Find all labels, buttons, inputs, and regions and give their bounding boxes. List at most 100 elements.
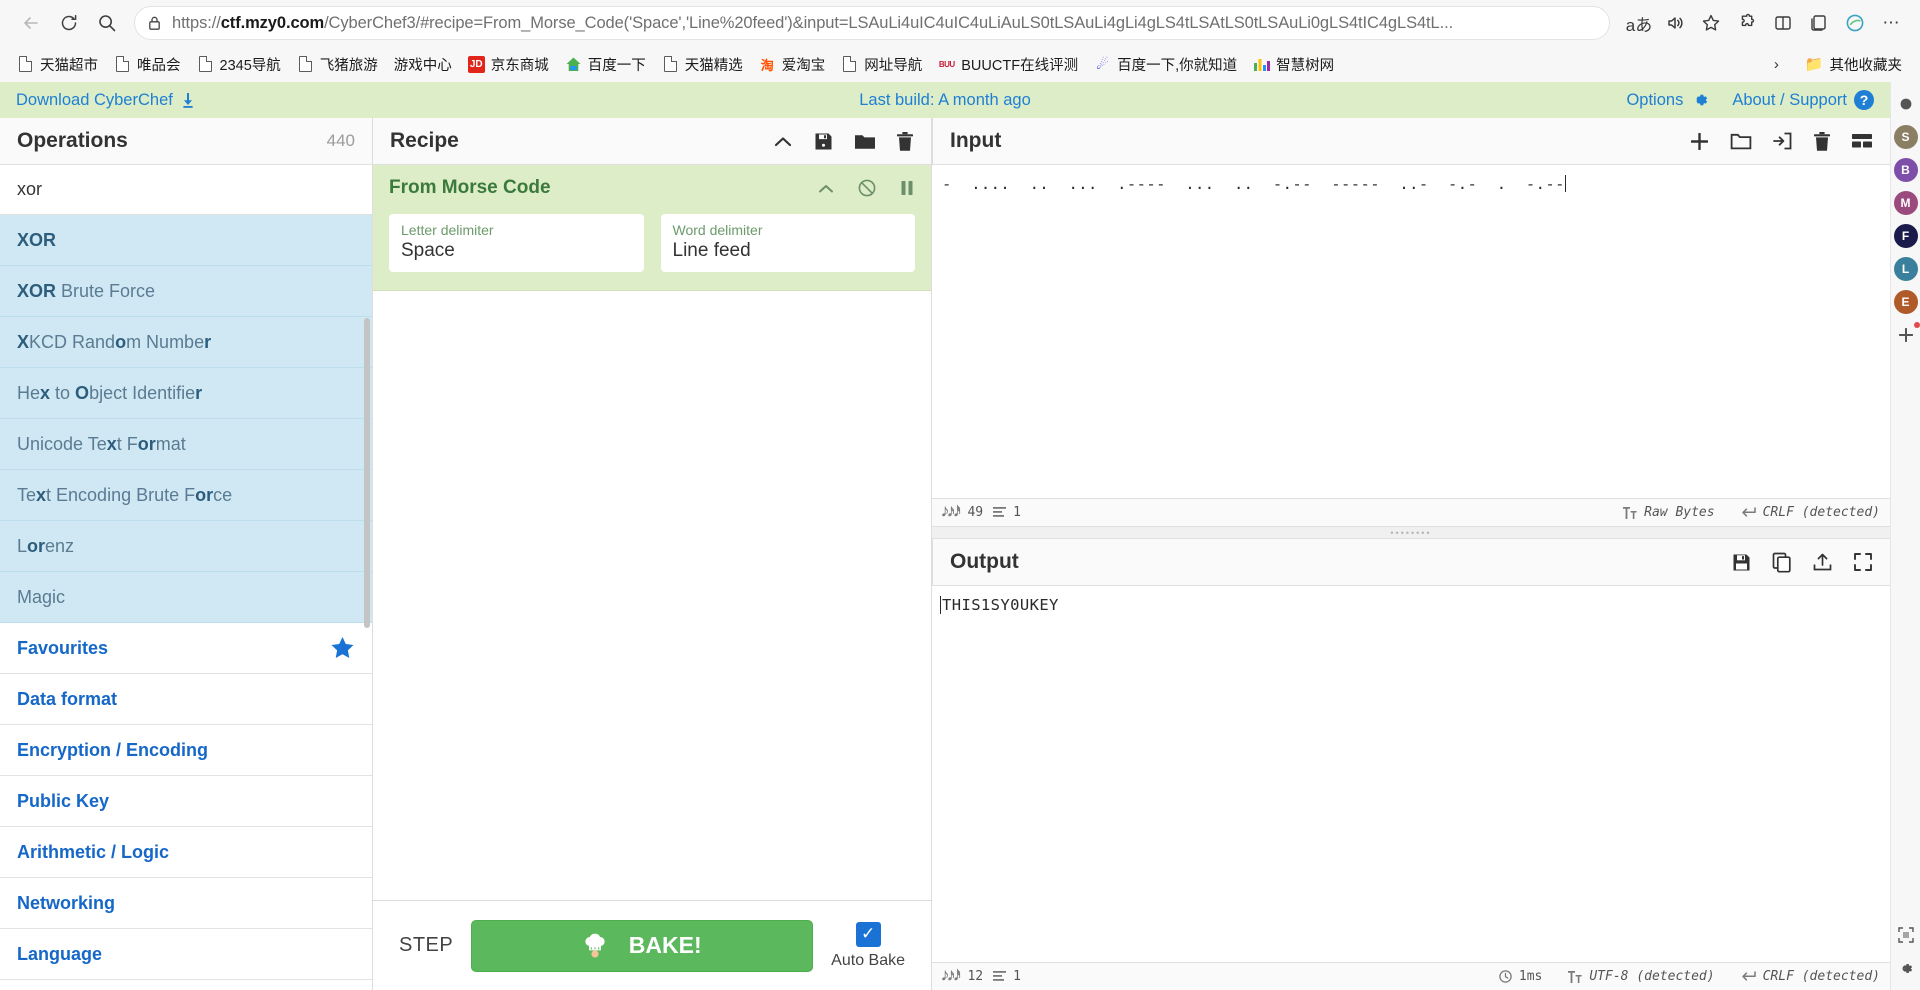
download-cyberchef-link[interactable]: Download CyberChef [16, 91, 196, 110]
operation-result-item[interactable]: XOR Brute Force [0, 266, 372, 317]
collections-icon[interactable] [1802, 6, 1836, 40]
operation-result-item[interactable]: Magic [0, 572, 372, 623]
edge-site-avatar[interactable]: M [1893, 191, 1918, 215]
screenshot-icon[interactable] [1894, 923, 1918, 947]
bookmark-item[interactable]: 天猫精选 [655, 50, 750, 79]
disable-operation-icon[interactable] [857, 178, 877, 198]
operation-result-item[interactable]: XKCD Random Number [0, 317, 372, 368]
options-link[interactable]: Options [1626, 90, 1710, 110]
operations-category-arithmetic-logic[interactable]: Arithmetic / Logic [0, 827, 372, 878]
chevron-up-icon[interactable] [773, 135, 793, 148]
auto-bake-toggle[interactable]: ✓ Auto Bake [831, 921, 905, 970]
auto-bake-checkbox[interactable]: ✓ [855, 921, 881, 947]
edge-site-avatar[interactable]: B [1893, 158, 1918, 182]
operation-result-item[interactable]: XOR [0, 215, 372, 266]
input-format[interactable]: Raw Bytes [1623, 505, 1715, 520]
search-button[interactable] [88, 4, 126, 42]
more-options-icon[interactable]: ⋯ [1874, 6, 1908, 40]
bookmark-item[interactable]: 百度一下 [558, 50, 653, 79]
load-recipe-folder-icon[interactable] [854, 132, 876, 151]
browser-essentials-icon[interactable] [1838, 6, 1872, 40]
copy-output-icon[interactable] [1772, 552, 1792, 573]
reload-button[interactable] [50, 4, 88, 42]
edge-site-avatar[interactable]: F [1893, 224, 1918, 248]
edge-site-avatar[interactable]: E [1893, 290, 1918, 314]
edge-site-avatar[interactable]: L [1893, 257, 1918, 281]
address-bar[interactable]: https://ctf.mzy0.com/CyberChef3/#recipe=… [134, 6, 1610, 40]
operations-scrollbar[interactable] [364, 318, 370, 628]
input-textarea[interactable]: - .... .. ... .---- ... .. -.-- ----- ..… [932, 165, 1890, 498]
input-eol-value: CRLF (detected) [1762, 505, 1880, 520]
save-recipe-icon[interactable] [813, 131, 834, 152]
input-eol[interactable]: CRLF (detected) [1741, 505, 1880, 520]
operations-category-public-key[interactable]: Public Key [0, 776, 372, 827]
doc-favicon-icon [297, 56, 314, 73]
clear-recipe-trash-icon[interactable] [896, 131, 914, 152]
operations-category-networking[interactable]: Networking [0, 878, 372, 929]
puzzle-icon[interactable] [1730, 6, 1764, 40]
operation-result-label: XOR [17, 229, 57, 250]
arg-letter-delimiter[interactable]: Letter delimiter Space [389, 214, 644, 272]
io-splitter[interactable]: •••••••• [932, 526, 1890, 539]
output-bake-time-value: 1ms [1518, 969, 1543, 984]
open-folder-as-input-icon[interactable] [1730, 132, 1752, 151]
input-tabs-icon[interactable] [1851, 132, 1873, 150]
bookmark-item[interactable]: 天猫超市 [10, 50, 105, 79]
edge-site-avatar[interactable]: S [1893, 125, 1918, 149]
output-textarea[interactable]: THIS1SY0UKEY [932, 586, 1890, 962]
clear-input-trash-icon[interactable] [1813, 131, 1831, 152]
maximise-output-icon[interactable] [1853, 552, 1873, 572]
operations-category-language[interactable]: Language [0, 929, 372, 980]
bookmark-item[interactable]: 2345导航 [190, 50, 288, 79]
bookmark-item[interactable]: 游戏中心 [387, 50, 459, 79]
replace-input-with-output-icon[interactable] [1812, 552, 1833, 572]
bookmark-item[interactable]: ☄ 百度一下,你就知道 [1087, 50, 1244, 79]
input-title: Input [950, 129, 1002, 152]
save-output-icon[interactable] [1731, 552, 1752, 573]
bookmark-item[interactable]: 智慧树网 [1246, 50, 1341, 79]
text-caret [940, 596, 941, 614]
operation-result-item[interactable]: Unicode Text Format [0, 419, 372, 470]
bookmark-item[interactable]: 唯品会 [107, 50, 188, 79]
bake-button[interactable]: BAKE! [471, 919, 814, 972]
last-build-label: Last build: A month ago [859, 90, 1031, 109]
edge-drag-handle[interactable] [1894, 92, 1918, 116]
bookmark-item[interactable]: 飞猪旅游 [290, 50, 385, 79]
other-favorites-label: 其他收藏夹 [1829, 57, 1903, 74]
breakpoint-pause-icon[interactable] [899, 179, 915, 197]
operation-result-item[interactable]: Hex to Object Identifier [0, 368, 372, 419]
bookmark-item[interactable]: JD 京东商城 [461, 50, 556, 79]
output-lines-value: 1 [1013, 969, 1021, 984]
read-aloud-icon[interactable] [1658, 6, 1692, 40]
star-icon[interactable] [1694, 6, 1728, 40]
open-file-as-input-icon[interactable] [1772, 131, 1793, 151]
bookmark-label: 京东商城 [490, 57, 549, 74]
bookmark-item[interactable]: 网址导航 [834, 50, 929, 79]
output-format[interactable]: UTF-8 (detected) [1568, 969, 1715, 984]
back-button[interactable] [12, 4, 50, 42]
category-label: Language [17, 943, 103, 964]
operations-category-favourites[interactable]: Favourites [0, 623, 372, 674]
output-eol[interactable]: CRLF (detected) [1741, 969, 1880, 984]
recipe-operation[interactable]: From Morse Code Letter delimiter Space W… [373, 165, 931, 291]
operation-result-item[interactable]: Text Encoding Brute Force [0, 470, 372, 521]
search-input[interactable] [0, 179, 372, 200]
other-favorites-folder[interactable]: 📁 其他收藏夹 [1797, 50, 1910, 79]
bookmarks-chevron-right-icon[interactable]: › [1766, 52, 1787, 77]
input-content: - .... .. ... .---- ... .. -.-- ----- ..… [942, 175, 1565, 193]
add-site-plus-icon[interactable] [1894, 322, 1920, 347]
operations-category-data-format[interactable]: Data format [0, 674, 372, 725]
step-button[interactable]: STEP [399, 934, 453, 957]
split-screen-icon[interactable] [1766, 6, 1800, 40]
operations-category-encryption-encoding[interactable]: Encryption / Encoding [0, 725, 372, 776]
about-support-link[interactable]: About / Support ? [1732, 90, 1874, 110]
add-input-tab-plus-icon[interactable] [1689, 131, 1710, 152]
operation-result-item[interactable]: Lorenz [0, 521, 372, 572]
bookmark-item[interactable]: 淘爱淘宝 [752, 50, 833, 79]
settings-gear-icon[interactable] [1894, 956, 1918, 980]
bookmark-item[interactable]: BUU BUUCTF在线评测 [931, 50, 1085, 79]
browser-navigation-bar: https://ctf.mzy0.com/CyberChef3/#recipe=… [0, 0, 1920, 46]
reader-mode-icon[interactable]: aあ [1622, 6, 1656, 40]
arg-word-delimiter[interactable]: Word delimiter Line feed [660, 214, 915, 272]
chevron-up-icon[interactable] [817, 183, 835, 194]
